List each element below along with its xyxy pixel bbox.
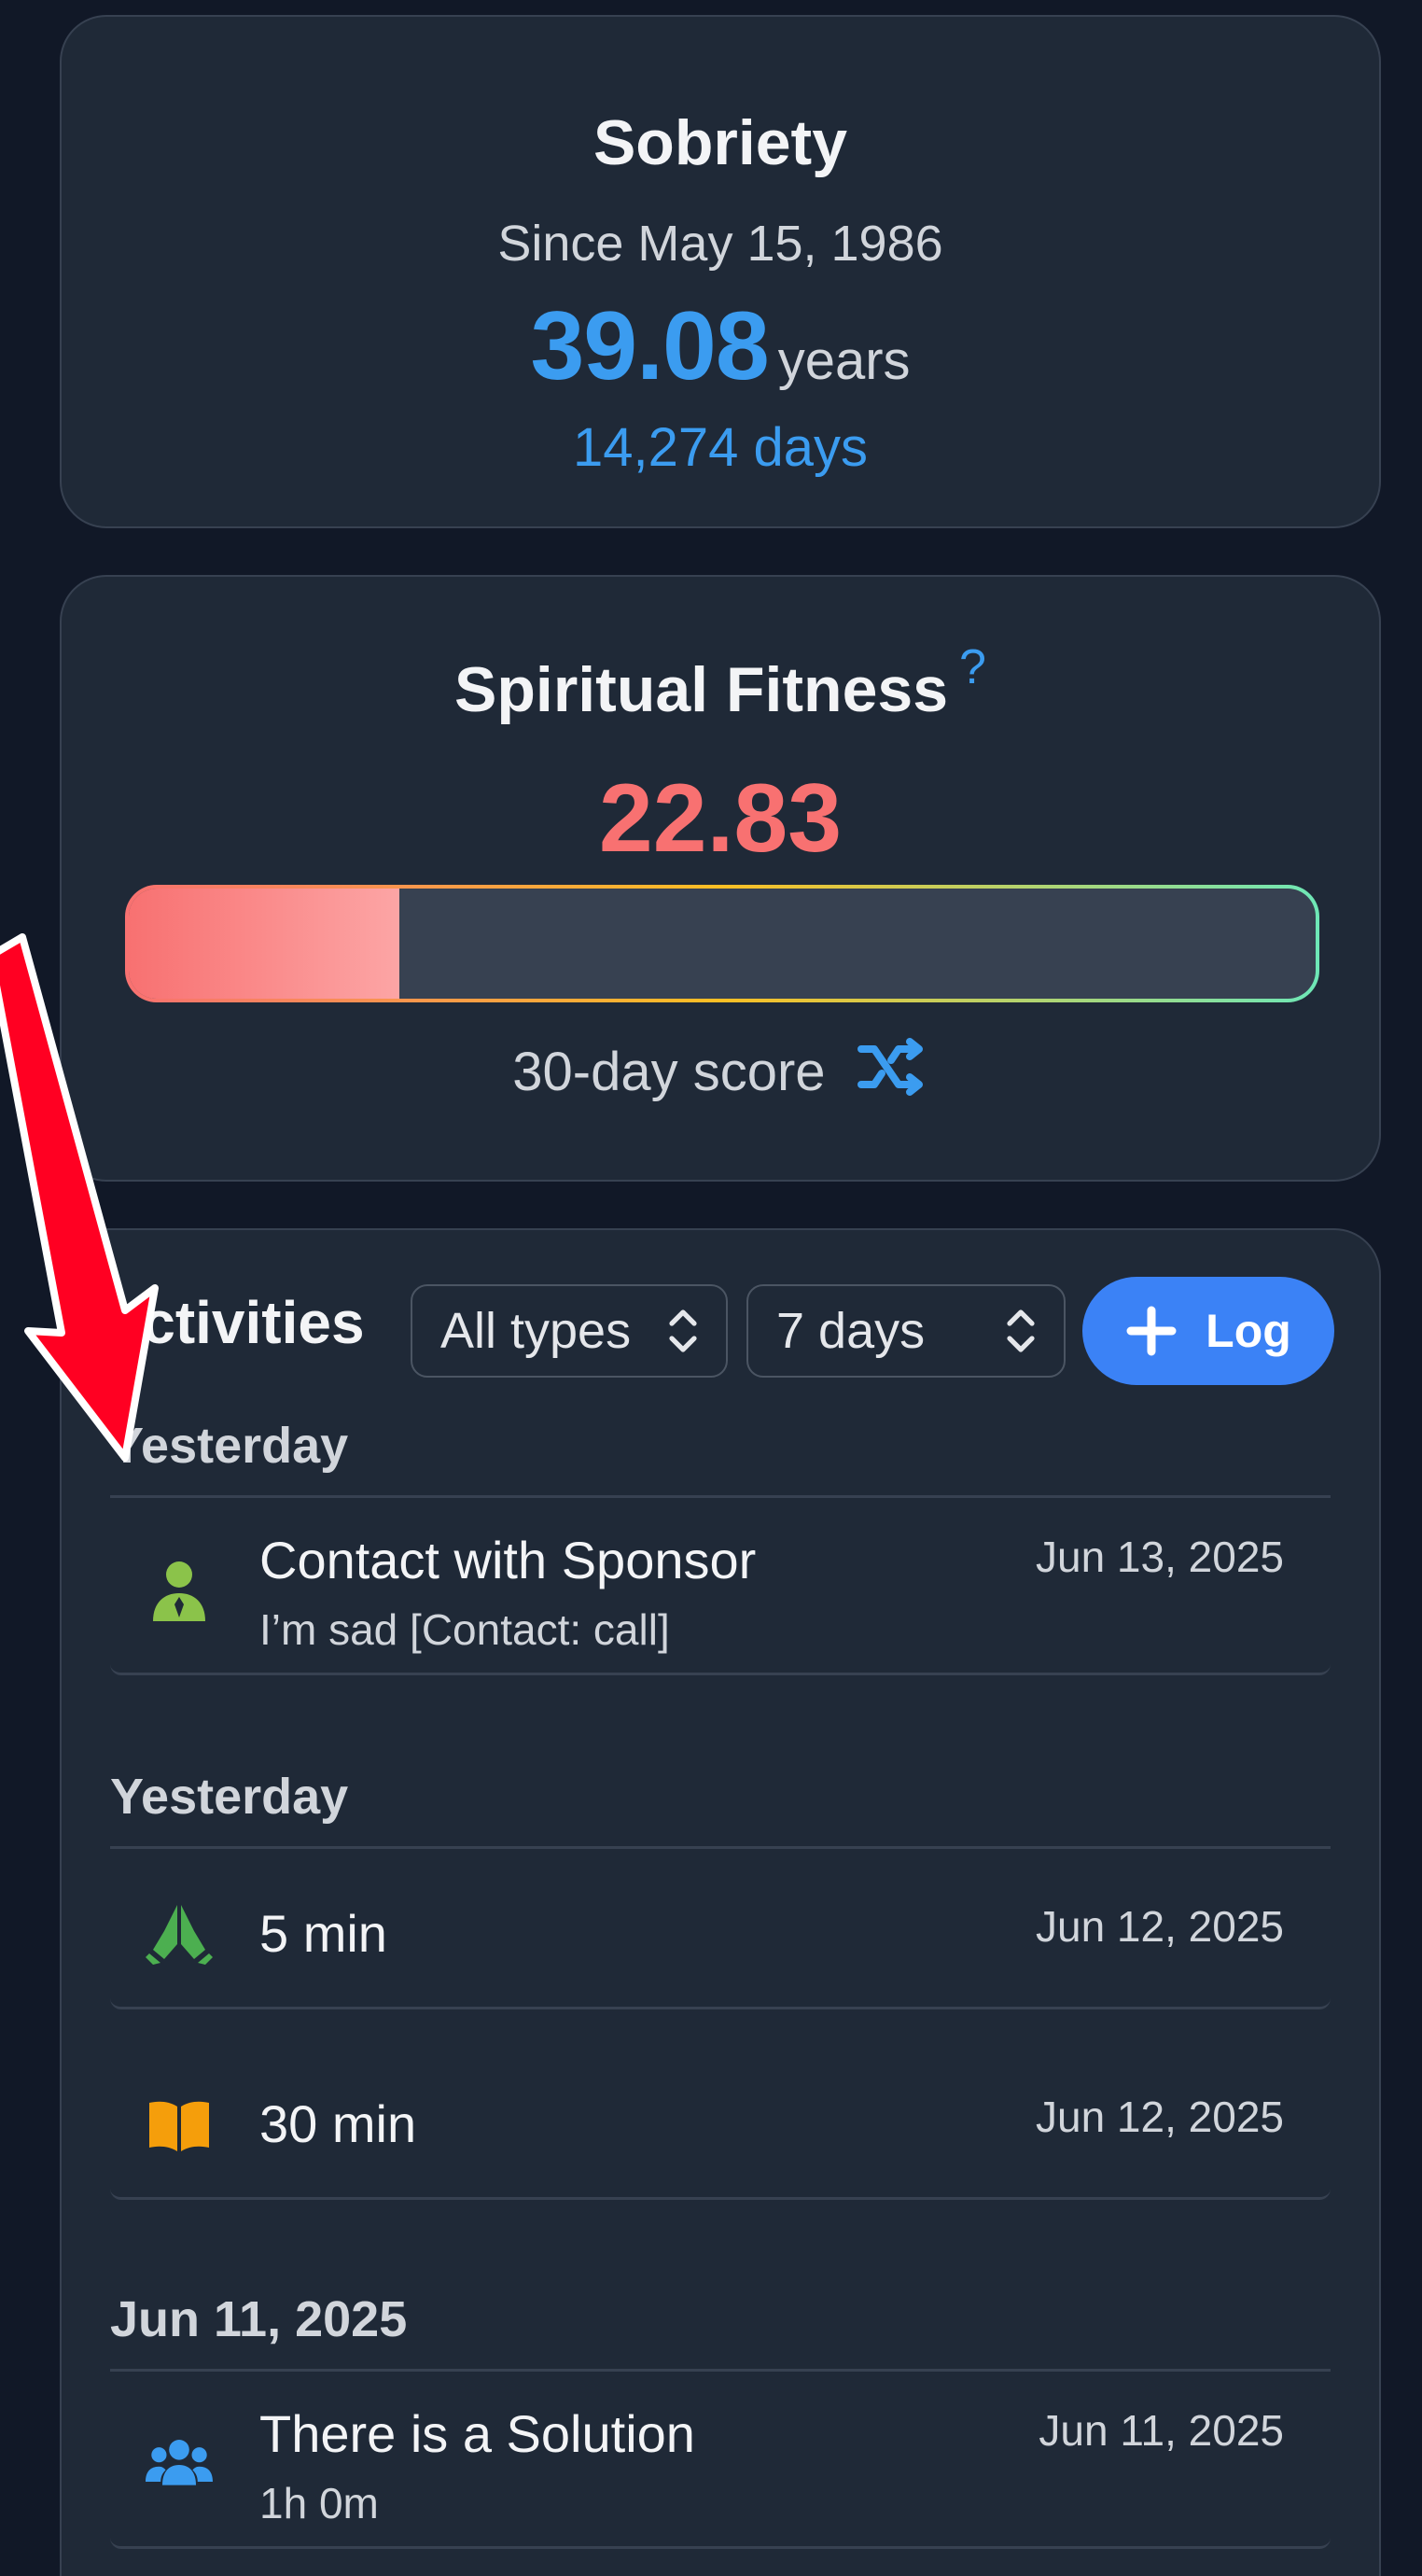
activities-card: Activities All types 7 days Log Yesterda… [60,1228,1381,2576]
activity-row[interactable]: Contact with Sponsor I’m sad [Contact: c… [110,1498,1331,1675]
log-activity-button[interactable]: Log [1082,1277,1334,1385]
activity-row[interactable]: 30 min Jun 12, 2025 [110,2039,1331,2200]
activity-title: There is a Solution [259,2404,695,2463]
sobriety-years-value: 39.08 [530,292,769,400]
sobriety-since-date: Since May 15, 1986 [497,216,943,272]
sobriety-years: 39.08 years [62,291,1379,402]
fitness-title: Spiritual Fitness? [62,640,1379,726]
help-icon[interactable]: ? [959,640,986,694]
sobriety-days: 14,274 days [572,417,869,478]
praying-hands-icon [146,1905,213,1965]
annotation-arrow-icon [0,933,159,1462]
chevron-up-down-icon [669,1309,697,1352]
log-button-label: Log [1206,1305,1291,1357]
activity-date: Jun 11, 2025 [1039,2406,1284,2455]
chevron-up-down-icon [1007,1309,1035,1352]
plus-icon [1126,1306,1177,1356]
activity-row[interactable]: There is a Solution 1h 0m Jun 11, 2025 [110,2372,1331,2549]
group-label: Jun 11, 2025 [110,2291,408,2347]
shuffle-icon[interactable] [857,1038,928,1096]
fitness-caption: 30-day score [62,1038,1379,1103]
range-filter-select[interactable]: 7 days [746,1284,1066,1378]
activity-date: Jun 13, 2025 [1035,1533,1284,1581]
sponsor-icon [153,1561,205,1621]
type-filter-value: All types [440,1303,632,1359]
activity-title: Contact with Sponsor [259,1531,757,1589]
fitness-progress-bar [125,885,1319,1002]
activity-subtitle: I’m sad [Contact: call] [259,1605,670,1654]
activity-date: Jun 12, 2025 [1035,2093,1284,2141]
book-icon [149,2101,209,2151]
activity-title: 5 min [259,1904,387,1963]
type-filter-select[interactable]: All types [411,1284,728,1378]
activity-date: Jun 12, 2025 [1035,1902,1284,1951]
activity-subtitle: 1h 0m [259,2479,379,2527]
fitness-caption-text: 30-day score [512,1042,826,1102]
activity-title: 30 min [259,2094,417,2153]
fitness-score: 22.83 [598,764,843,873]
sobriety-title: Sobriety [592,107,848,178]
group-meeting-icon [146,2440,213,2485]
spiritual-fitness-card: Spiritual Fitness? 22.83 30-day score [60,575,1381,1182]
range-filter-value: 7 days [776,1303,926,1359]
group-label: Yesterday [110,1769,349,1825]
activity-row[interactable]: 5 min Jun 12, 2025 [110,1849,1331,2009]
sobriety-card: Sobriety Since May 15, 1986 39.08 years 1… [60,15,1381,528]
sobriety-years-unit: years [777,330,911,391]
fitness-title-text: Spiritual Fitness [454,654,949,725]
